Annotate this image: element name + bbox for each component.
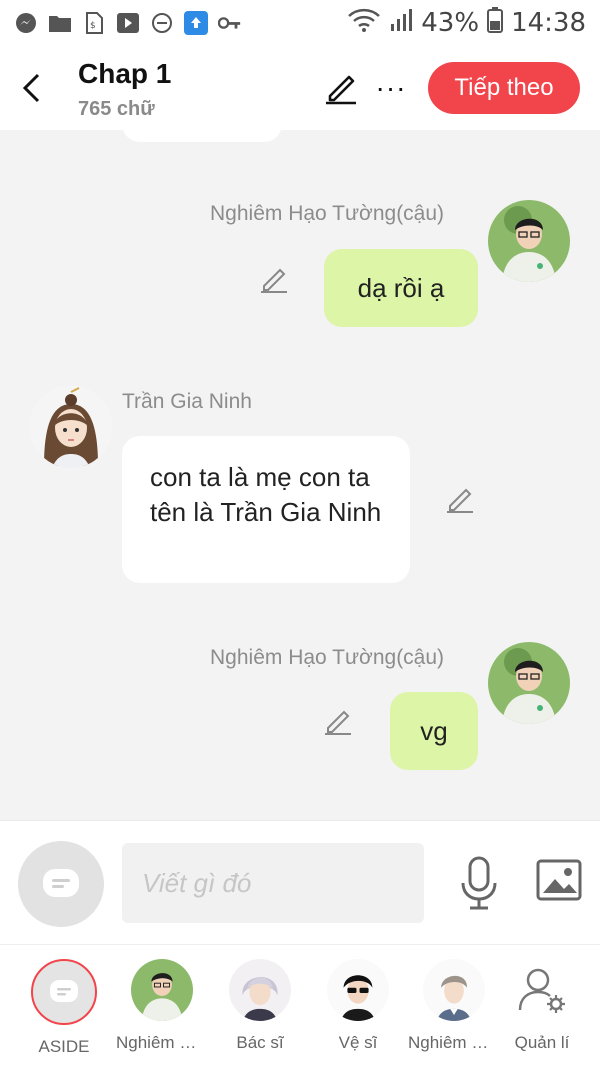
pencil-icon: [326, 75, 356, 105]
chat-bubble-icon: [43, 869, 79, 897]
character-nghiem-hao-tuong[interactable]: Nghiêm Hạo Tường: [114, 959, 210, 1053]
edit-message-button[interactable]: [322, 706, 354, 738]
character-label: Nghiêm Hạo Tường: [116, 1033, 208, 1052]
pencil-icon: [261, 268, 287, 293]
message-bubble[interactable]: con ta là mẹ con ta tên là Trần Gia Ninh: [122, 436, 410, 583]
message-bubble[interactable]: dạ rồi ạ: [324, 249, 478, 327]
more-options-button[interactable]: ···: [374, 70, 408, 106]
microphone-button[interactable]: [458, 855, 500, 911]
avatar-nghiem-hao-tuong[interactable]: [488, 200, 570, 282]
user-settings-icon: [518, 968, 565, 1013]
chapter-title: Chap 1: [78, 58, 172, 89]
insert-image-button[interactable]: [536, 859, 582, 903]
sim-icon: $: [82, 11, 106, 35]
wifi-icon: [347, 8, 381, 39]
battery-icon: [487, 6, 504, 40]
messenger-icon: [14, 11, 38, 35]
edit-message-button[interactable]: [258, 264, 290, 296]
status-right: 43% 14:38: [347, 6, 586, 40]
notification-icons: $: [14, 11, 242, 35]
chat-area[interactable]: Nghiêm Hạo Tường(cậu) dạ rồi ạ Trần Gia …: [0, 130, 600, 820]
edit-message-button[interactable]: [444, 484, 476, 516]
avatar: [131, 959, 193, 1021]
message-input[interactable]: [122, 843, 424, 923]
message-composer: [0, 820, 600, 944]
message-bubble[interactable]: vg: [390, 692, 478, 770]
avatar: [229, 959, 291, 1021]
app-header: Chap 1 765 chữ ··· Tiếp theo: [0, 46, 600, 130]
edit-title-button[interactable]: [322, 70, 360, 106]
signal-icon: [389, 8, 413, 39]
pencil-icon: [325, 710, 351, 735]
character-bar: ASIDE Nghiêm Hạo Tường Bác sĩ Vệ sĩ Nghi…: [0, 944, 600, 1067]
character-label: Vệ sĩ: [338, 1033, 378, 1052]
previous-message-bubble[interactable]: [122, 130, 282, 142]
manage-icon-wrap: [511, 959, 573, 1021]
character-bac-si[interactable]: Bác sĩ: [212, 959, 308, 1053]
folder-icon: [48, 11, 72, 35]
avatar-tran-gia-ninh[interactable]: [30, 386, 112, 468]
image-icon: [536, 859, 582, 901]
key-icon: [218, 11, 242, 35]
battery-percent: 43%: [421, 8, 480, 38]
word-count: 765 chữ: [78, 98, 155, 120]
avatar: [423, 959, 485, 1021]
back-button[interactable]: [14, 68, 48, 108]
sender-name: Nghiêm Hạo Tường(cậu): [210, 646, 445, 669]
aside-toggle-button[interactable]: [18, 841, 104, 927]
do-not-disturb-icon: [150, 11, 174, 35]
avatar: [327, 959, 389, 1021]
character-manage[interactable]: Quản lí: [494, 959, 590, 1053]
status-bar: $ 43% 14:38: [0, 0, 600, 46]
character-label: Quản lí: [514, 1033, 570, 1052]
svg-text:$: $: [90, 21, 96, 31]
chevron-left-icon: [22, 73, 40, 103]
character-label: Bác sĩ: [236, 1033, 284, 1052]
sender-name: Trần Gia Ninh: [122, 390, 252, 413]
play-store-icon: [116, 11, 140, 35]
chat-bubble-icon: [50, 980, 78, 1002]
cloud-upload-icon: [184, 11, 208, 35]
character-aside[interactable]: ASIDE: [16, 959, 112, 1057]
clock: 14:38: [511, 8, 586, 38]
character-nghiem-hao[interactable]: Nghiêm Hạo: [406, 959, 502, 1053]
character-ve-si[interactable]: Vệ sĩ: [310, 959, 406, 1053]
character-label: Nghiêm Hạo: [408, 1033, 500, 1052]
microphone-icon: [461, 856, 497, 910]
avatar-nghiem-hao-tuong[interactable]: [488, 642, 570, 724]
pencil-icon: [447, 488, 473, 513]
aside-avatar: [31, 959, 97, 1025]
sender-name: Nghiêm Hạo Tường(cậu): [210, 202, 445, 225]
character-label: ASIDE: [38, 1037, 90, 1056]
next-chapter-button[interactable]: Tiếp theo: [428, 62, 580, 114]
